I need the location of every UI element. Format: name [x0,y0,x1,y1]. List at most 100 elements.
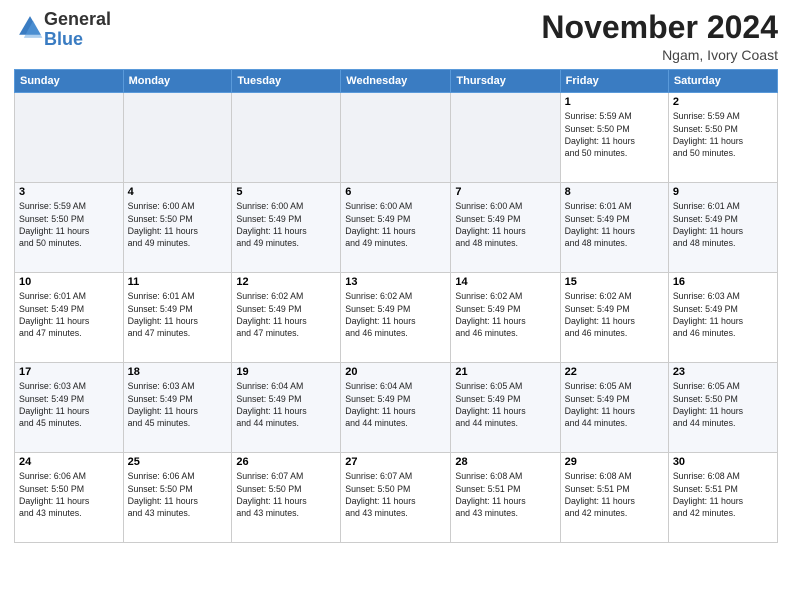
title-block: November 2024 Ngam, Ivory Coast [541,10,778,63]
day-info: Sunrise: 6:02 AM Sunset: 5:49 PM Dayligh… [455,290,555,339]
calendar-cell: 2 Sunrise: 5:59 AM Sunset: 5:50 PM Daylig… [668,93,777,183]
day-info: Sunrise: 6:08 AM Sunset: 5:51 PM Dayligh… [455,470,555,519]
weekday-header-sunday: Sunday [15,70,124,93]
day-number: 21 [455,366,555,378]
day-number: 26 [236,456,336,468]
calendar-cell: 18Sunrise: 6:03 AM Sunset: 5:49 PM Dayli… [123,363,232,453]
day-info: Sunrise: 5:59 AM Sunset: 5:50 PM Dayligh… [673,110,773,159]
calendar-cell: 21 Sunrise: 6:05 AM Sunset: 5:49 PM Dayli… [451,363,560,453]
day-info: Sunrise: 6:00 AM Sunset: 5:49 PM Dayligh… [455,200,555,249]
calendar-cell [451,93,560,183]
day-info: Sunrise: 6:02 AM Sunset: 5:49 PM Dayligh… [565,290,664,339]
calendar-cell: 23 Sunrise: 6:05 AM Sunset: 5:50 PM Dayli… [668,363,777,453]
day-number: 10 [19,276,119,288]
weekday-header-tuesday: Tuesday [232,70,341,93]
calendar-cell: 15Sunrise: 6:02 AM Sunset: 5:49 PM Dayli… [560,273,668,363]
day-number: 5 [236,186,336,198]
logo-general: General [44,9,111,29]
calendar-cell: 20 Sunrise: 6:04 AM Sunset: 5:49 PM Dayli… [341,363,451,453]
calendar-cell: 12 Sunrise: 6:02 AM Sunset: 5:49 PM Dayli… [232,273,341,363]
day-info: Sunrise: 6:06 AM Sunset: 5:50 PM Dayligh… [19,470,119,519]
day-number: 28 [455,456,555,468]
day-info: Sunrise: 6:01 AM Sunset: 5:49 PM Dayligh… [565,200,664,249]
calendar-cell: 16 Sunrise: 6:03 AM Sunset: 5:49 PM Dayli… [668,273,777,363]
day-info: Sunrise: 6:07 AM Sunset: 5:50 PM Dayligh… [236,470,336,519]
day-info: Sunrise: 6:04 AM Sunset: 5:49 PM Dayligh… [345,380,446,429]
day-number: 3 [19,186,119,198]
day-number: 25 [128,456,228,468]
location: Ngam, Ivory Coast [541,47,778,63]
calendar-cell: 26 Sunrise: 6:07 AM Sunset: 5:50 PM Dayli… [232,453,341,543]
logo-icon [16,13,44,41]
calendar-cell: 5 Sunrise: 6:00 AM Sunset: 5:49 PM Daylig… [232,183,341,273]
day-info: Sunrise: 6:00 AM Sunset: 5:49 PM Dayligh… [345,200,446,249]
calendar-cell: 11 Sunrise: 6:01 AM Sunset: 5:49 PM Dayli… [123,273,232,363]
day-number: 23 [673,366,773,378]
calendar-cell: 1Sunrise: 5:59 AM Sunset: 5:50 PM Daylig… [560,93,668,183]
weekday-header-saturday: Saturday [668,70,777,93]
day-info: Sunrise: 6:00 AM Sunset: 5:50 PM Dayligh… [128,200,228,249]
day-number: 17 [19,366,119,378]
day-info: Sunrise: 6:07 AM Sunset: 5:50 PM Dayligh… [345,470,446,519]
weekday-header-monday: Monday [123,70,232,93]
header: General Blue November 2024 Ngam, Ivory C… [14,10,778,63]
calendar-cell: 3 Sunrise: 5:59 AM Sunset: 5:50 PM Daylig… [15,183,124,273]
day-info: Sunrise: 6:03 AM Sunset: 5:49 PM Dayligh… [128,380,228,429]
calendar-cell: 22Sunrise: 6:05 AM Sunset: 5:49 PM Dayli… [560,363,668,453]
day-number: 30 [673,456,773,468]
day-number: 11 [128,276,228,288]
day-info: Sunrise: 6:02 AM Sunset: 5:49 PM Dayligh… [236,290,336,339]
day-number: 1 [565,96,664,108]
day-number: 4 [128,186,228,198]
calendar-cell: 24 Sunrise: 6:06 AM Sunset: 5:50 PM Dayli… [15,453,124,543]
day-number: 19 [236,366,336,378]
calendar-cell: 30 Sunrise: 6:08 AM Sunset: 5:51 PM Dayli… [668,453,777,543]
day-info: Sunrise: 6:01 AM Sunset: 5:49 PM Dayligh… [128,290,228,339]
day-number: 2 [673,96,773,108]
calendar-cell [232,93,341,183]
calendar: SundayMondayTuesdayWednesdayThursdayFrid… [14,69,778,543]
day-number: 22 [565,366,664,378]
day-number: 29 [565,456,664,468]
day-info: Sunrise: 6:06 AM Sunset: 5:50 PM Dayligh… [128,470,228,519]
weekday-header-friday: Friday [560,70,668,93]
day-info: Sunrise: 6:08 AM Sunset: 5:51 PM Dayligh… [565,470,664,519]
day-number: 14 [455,276,555,288]
day-number: 20 [345,366,446,378]
logo-blue: Blue [44,29,83,49]
calendar-cell: 29 Sunrise: 6:08 AM Sunset: 5:51 PM Dayli… [560,453,668,543]
day-info: Sunrise: 6:03 AM Sunset: 5:49 PM Dayligh… [673,290,773,339]
day-number: 7 [455,186,555,198]
day-info: Sunrise: 6:01 AM Sunset: 5:49 PM Dayligh… [673,200,773,249]
day-number: 27 [345,456,446,468]
calendar-cell: 28 Sunrise: 6:08 AM Sunset: 5:51 PM Dayli… [451,453,560,543]
calendar-cell: 10 Sunrise: 6:01 AM Sunset: 5:49 PM Dayli… [15,273,124,363]
month-title: November 2024 [541,10,778,45]
day-number: 24 [19,456,119,468]
calendar-cell: 9Sunrise: 6:01 AM Sunset: 5:49 PM Daylig… [668,183,777,273]
day-number: 12 [236,276,336,288]
day-info: Sunrise: 5:59 AM Sunset: 5:50 PM Dayligh… [19,200,119,249]
day-info: Sunrise: 6:05 AM Sunset: 5:50 PM Dayligh… [673,380,773,429]
page: General Blue November 2024 Ngam, Ivory C… [0,0,792,612]
day-info: Sunrise: 6:05 AM Sunset: 5:49 PM Dayligh… [455,380,555,429]
calendar-cell: 13 Sunrise: 6:02 AM Sunset: 5:49 PM Dayli… [341,273,451,363]
day-info: Sunrise: 6:01 AM Sunset: 5:49 PM Dayligh… [19,290,119,339]
day-info: Sunrise: 6:04 AM Sunset: 5:49 PM Dayligh… [236,380,336,429]
calendar-cell: 19 Sunrise: 6:04 AM Sunset: 5:49 PM Dayli… [232,363,341,453]
calendar-cell: 6Sunrise: 6:00 AM Sunset: 5:49 PM Daylig… [341,183,451,273]
day-info: Sunrise: 6:08 AM Sunset: 5:51 PM Dayligh… [673,470,773,519]
calendar-cell: 14 Sunrise: 6:02 AM Sunset: 5:49 PM Dayli… [451,273,560,363]
day-info: Sunrise: 6:00 AM Sunset: 5:49 PM Dayligh… [236,200,336,249]
calendar-cell: 8Sunrise: 6:01 AM Sunset: 5:49 PM Daylig… [560,183,668,273]
day-number: 16 [673,276,773,288]
calendar-cell: 27 Sunrise: 6:07 AM Sunset: 5:50 PM Dayli… [341,453,451,543]
weekday-header-wednesday: Wednesday [341,70,451,93]
calendar-cell [341,93,451,183]
calendar-cell: 25 Sunrise: 6:06 AM Sunset: 5:50 PM Dayli… [123,453,232,543]
day-number: 13 [345,276,446,288]
calendar-cell: 7 Sunrise: 6:00 AM Sunset: 5:49 PM Daylig… [451,183,560,273]
logo: General Blue [14,10,111,50]
day-info: Sunrise: 6:02 AM Sunset: 5:49 PM Dayligh… [345,290,446,339]
calendar-cell: 4 Sunrise: 6:00 AM Sunset: 5:50 PM Daylig… [123,183,232,273]
